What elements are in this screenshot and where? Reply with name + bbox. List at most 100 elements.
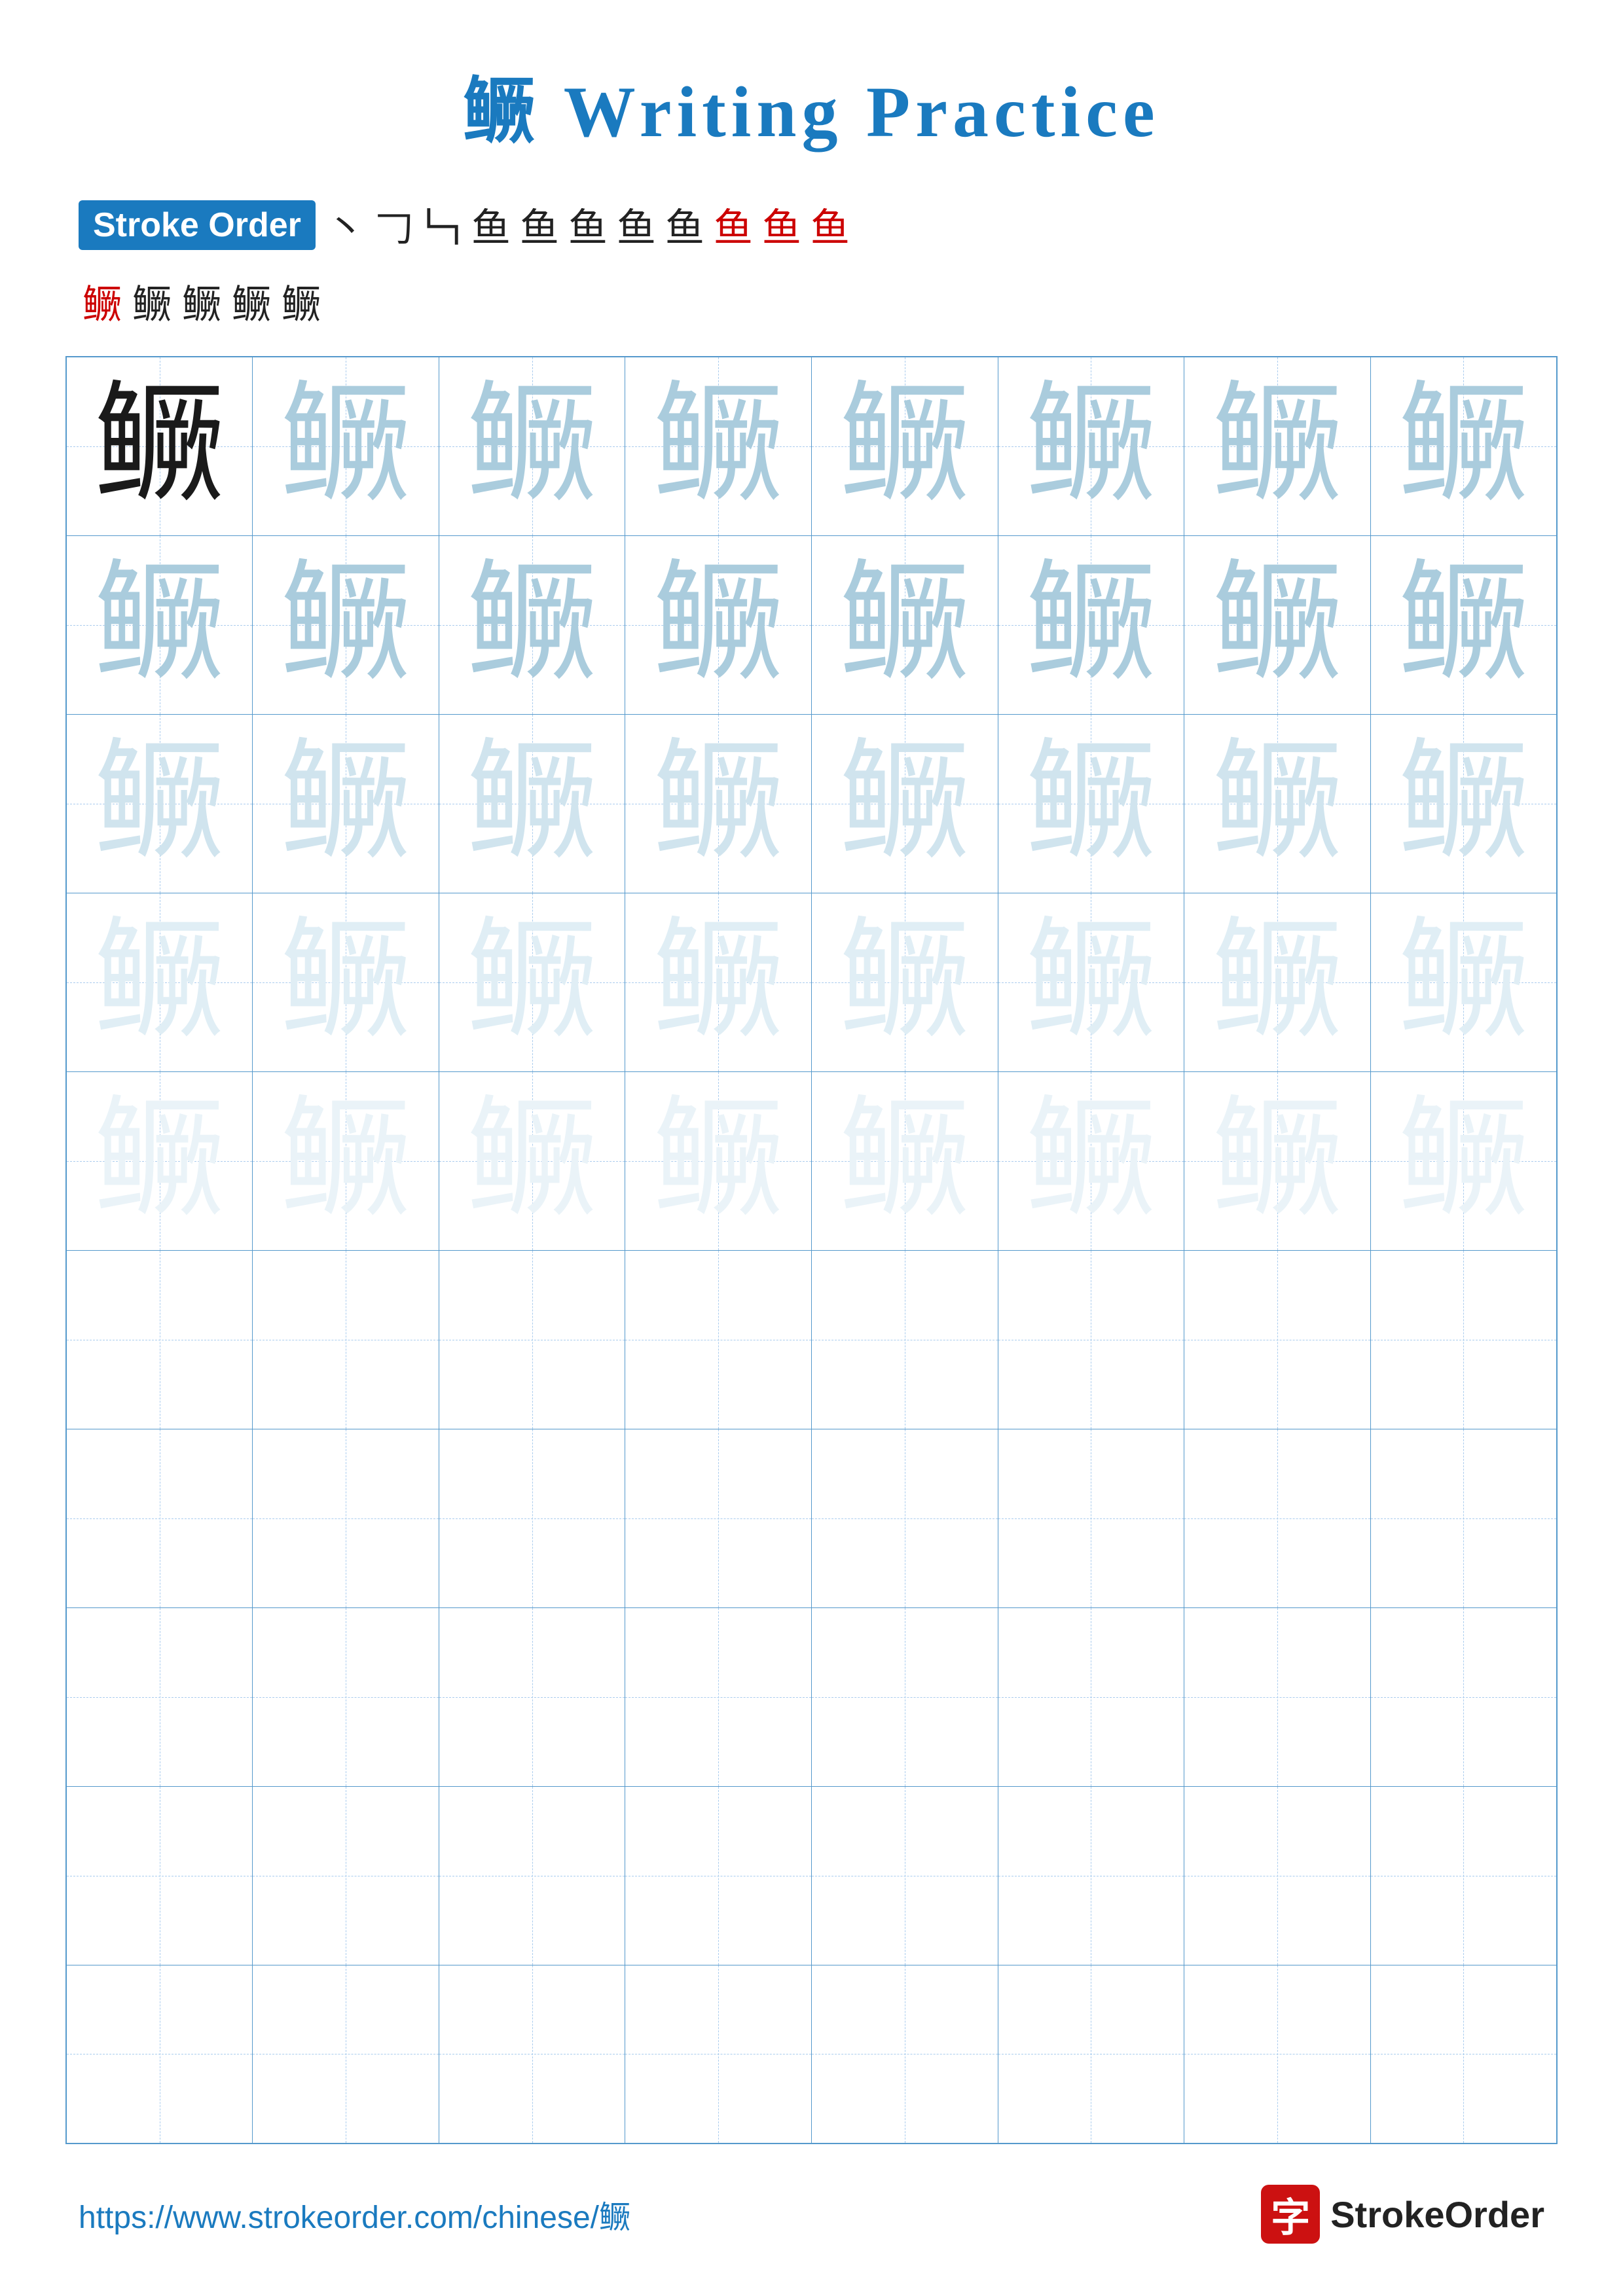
grid-cell[interactable]: 鳜: [253, 893, 439, 1071]
stroke-step: 鳜: [128, 273, 175, 330]
grid-cell[interactable]: 鳜: [625, 1071, 812, 1250]
practice-area: 鳜 鳜 鳜 鳜 鳜 鳜 鳜 鳜 鳜 鳜 鳜 鳜 鳜 鳜 鳜 鳜 鳜 鳜 鳜 鳜 …: [65, 356, 1558, 2144]
grid-cell[interactable]: [66, 1965, 253, 2144]
grid-cell[interactable]: [812, 1250, 998, 1429]
grid-cell[interactable]: [998, 1607, 1184, 1786]
grid-cell[interactable]: 鳜: [1184, 893, 1371, 1071]
footer-url[interactable]: https://www.strokeorder.com/chinese/鳜: [79, 2191, 630, 2237]
grid-cell[interactable]: 鳜: [66, 357, 253, 535]
grid-cell[interactable]: 鳜: [812, 714, 998, 893]
grid-cell[interactable]: [253, 1965, 439, 2144]
grid-cell[interactable]: 鳜: [625, 535, 812, 714]
grid-cell[interactable]: [1184, 1250, 1371, 1429]
page-title: 鳜 Writing Practice: [0, 0, 1623, 157]
stroke-row2: 鳜 鳜 鳜 鳜 鳜: [79, 273, 1544, 330]
grid-cell[interactable]: 鳜: [998, 1071, 1184, 1250]
grid-cell[interactable]: 鳜: [439, 357, 625, 535]
grid-cell[interactable]: 鳜: [1184, 357, 1371, 535]
grid-cell[interactable]: 鳜: [812, 1071, 998, 1250]
grid-cell[interactable]: 鳜: [1370, 714, 1557, 893]
grid-cell[interactable]: [998, 1429, 1184, 1607]
grid-cell[interactable]: 鳜: [812, 535, 998, 714]
grid-cell[interactable]: 鳜: [998, 714, 1184, 893]
table-row: 鳜 鳜 鳜 鳜 鳜 鳜 鳜 鳜: [66, 357, 1557, 535]
stroke-order-badge: Stroke Order: [79, 200, 316, 250]
grid-cell[interactable]: 鳜: [1370, 357, 1557, 535]
strokeorder-logo-text: StrokeOrder: [1330, 2193, 1544, 2236]
grid-cell[interactable]: 鳜: [1370, 535, 1557, 714]
grid-cell[interactable]: [66, 1607, 253, 1786]
grid-cell[interactable]: [625, 1250, 812, 1429]
table-row: [66, 1607, 1557, 1786]
stroke-step: 鳜: [79, 273, 126, 330]
table-row: 鳜 鳜 鳜 鳜 鳜 鳜 鳜 鳜: [66, 893, 1557, 1071]
grid-cell[interactable]: [253, 1607, 439, 1786]
grid-cell[interactable]: 鳜: [812, 893, 998, 1071]
grid-cell[interactable]: 鳜: [66, 1071, 253, 1250]
grid-cell[interactable]: 鳜: [1184, 535, 1371, 714]
grid-cell[interactable]: [625, 1607, 812, 1786]
grid-cell[interactable]: 鳜: [253, 1071, 439, 1250]
grid-cell[interactable]: [439, 1786, 625, 1965]
grid-cell[interactable]: 鳜: [439, 1071, 625, 1250]
grid-cell[interactable]: [253, 1429, 439, 1607]
grid-cell[interactable]: [1370, 1429, 1557, 1607]
grid-cell[interactable]: 鳜: [998, 535, 1184, 714]
grid-cell[interactable]: [66, 1429, 253, 1607]
grid-cell[interactable]: 鳜: [1184, 1071, 1371, 1250]
grid-cell[interactable]: [625, 1429, 812, 1607]
grid-cell[interactable]: [439, 1250, 625, 1429]
grid-cell[interactable]: 鳜: [1370, 1071, 1557, 1250]
grid-cell[interactable]: [998, 1250, 1184, 1429]
grid-cell[interactable]: [1184, 1607, 1371, 1786]
grid-cell[interactable]: [625, 1965, 812, 2144]
grid-cell[interactable]: [1370, 1607, 1557, 1786]
grid-cell[interactable]: 鳜: [253, 357, 439, 535]
grid-cell[interactable]: [1370, 1965, 1557, 2144]
grid-cell[interactable]: [439, 1607, 625, 1786]
grid-cell[interactable]: [998, 1965, 1184, 2144]
grid-cell[interactable]: [253, 1250, 439, 1429]
grid-cell[interactable]: [812, 1786, 998, 1965]
grid-cell[interactable]: 鳜: [998, 893, 1184, 1071]
grid-cell[interactable]: [998, 1786, 1184, 1965]
grid-cell[interactable]: 鳜: [66, 535, 253, 714]
grid-cell[interactable]: [1184, 1965, 1371, 2144]
table-row: 鳜 鳜 鳜 鳜 鳜 鳜 鳜 鳜: [66, 535, 1557, 714]
stroke-step: 鳜: [228, 273, 275, 330]
grid-cell[interactable]: [439, 1965, 625, 2144]
grid-cell[interactable]: [812, 1965, 998, 2144]
grid-cell[interactable]: 鳜: [66, 893, 253, 1071]
grid-cell[interactable]: [812, 1429, 998, 1607]
grid-cell[interactable]: [1184, 1786, 1371, 1965]
grid-cell[interactable]: 鳜: [439, 714, 625, 893]
table-row: 鳜 鳜 鳜 鳜 鳜 鳜 鳜 鳜: [66, 1071, 1557, 1250]
grid-cell[interactable]: 鳜: [1184, 714, 1371, 893]
grid-cell[interactable]: [625, 1786, 812, 1965]
grid-cell[interactable]: 鳜: [439, 535, 625, 714]
grid-cell[interactable]: 鳜: [66, 714, 253, 893]
grid-cell[interactable]: [1370, 1786, 1557, 1965]
stroke-step: 鱼: [661, 196, 708, 253]
grid-cell[interactable]: [1184, 1429, 1371, 1607]
grid-cell[interactable]: 鳜: [812, 357, 998, 535]
grid-cell[interactable]: 鳜: [253, 714, 439, 893]
stroke-step: 𠃑: [419, 196, 466, 253]
grid-cell[interactable]: 鳜: [439, 893, 625, 1071]
grid-cell[interactable]: 鳜: [998, 357, 1184, 535]
grid-cell[interactable]: 鳜: [1370, 893, 1557, 1071]
table-row: [66, 1429, 1557, 1607]
grid-cell[interactable]: [66, 1786, 253, 1965]
grid-cell[interactable]: 鳜: [625, 893, 812, 1071]
table-row: 鳜 鳜 鳜 鳜 鳜 鳜 鳜 鳜: [66, 714, 1557, 893]
grid-cell[interactable]: 鳜: [253, 535, 439, 714]
grid-cell[interactable]: [66, 1250, 253, 1429]
grid-cell[interactable]: [439, 1429, 625, 1607]
grid-cell[interactable]: 鳜: [625, 714, 812, 893]
grid-cell[interactable]: [253, 1786, 439, 1965]
grid-cell[interactable]: [812, 1607, 998, 1786]
grid-cell[interactable]: 鳜: [625, 357, 812, 535]
grid-cell[interactable]: [1370, 1250, 1557, 1429]
stroke-step: 鳜: [178, 273, 225, 330]
stroke-step: 鱼: [613, 196, 660, 253]
